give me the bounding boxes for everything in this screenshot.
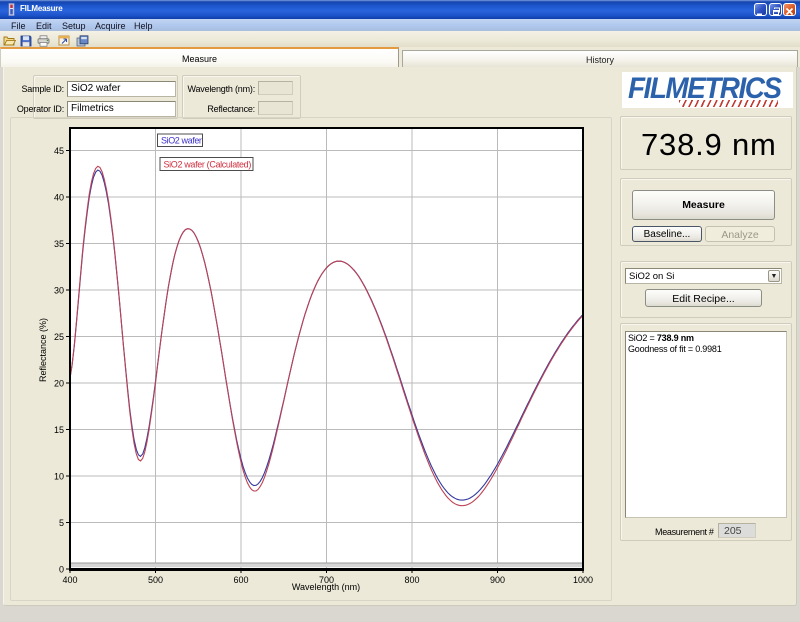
- svg-text:800: 800: [404, 575, 419, 585]
- svg-text:900: 900: [490, 575, 505, 585]
- svg-text:400: 400: [62, 575, 77, 585]
- svg-text:40: 40: [54, 193, 64, 203]
- svg-text:30: 30: [54, 286, 64, 296]
- svg-text:20: 20: [54, 379, 64, 389]
- svg-text:1000: 1000: [573, 575, 593, 585]
- svg-text:0: 0: [59, 565, 64, 575]
- svg-text:35: 35: [54, 239, 64, 249]
- svg-text:SiO2 wafer: SiO2 wafer: [161, 136, 202, 146]
- svg-text:600: 600: [233, 575, 248, 585]
- svg-text:Wavelength (nm): Wavelength (nm): [292, 582, 360, 592]
- svg-text:5: 5: [59, 518, 64, 528]
- svg-text:45: 45: [54, 146, 64, 156]
- svg-text:SiO2 wafer (Calculated): SiO2 wafer (Calculated): [164, 160, 252, 170]
- svg-text:10: 10: [54, 472, 64, 482]
- svg-text:15: 15: [54, 425, 64, 435]
- svg-text:500: 500: [148, 575, 163, 585]
- svg-text:Reflectance (%): Reflectance (%): [38, 318, 48, 382]
- svg-text:25: 25: [54, 332, 64, 342]
